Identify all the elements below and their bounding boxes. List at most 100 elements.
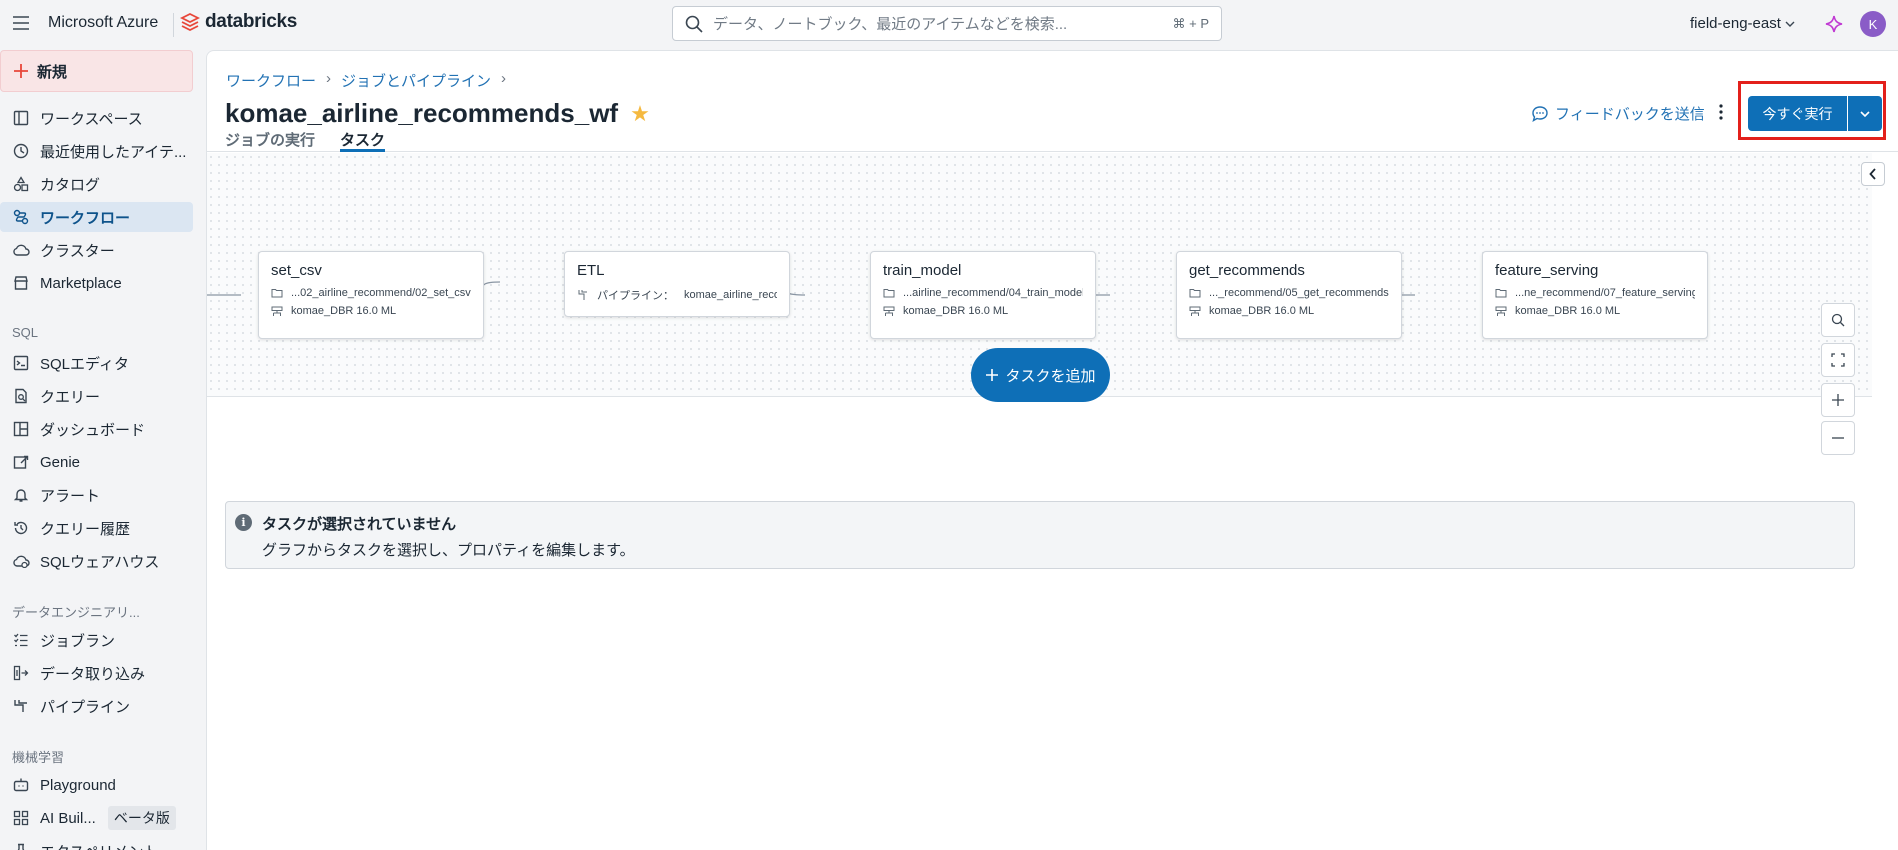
chevron-left-icon (1869, 168, 1877, 180)
task-name: feature_serving (1495, 262, 1599, 279)
sidebar-item-sql-warehouses[interactable]: SQLウェアハウス (0, 546, 193, 576)
task-name: ETL (577, 262, 605, 279)
main-panel: ワークフロー › ジョブとパイプライン › komae_airline_reco… (206, 50, 1898, 850)
breadcrumb: ワークフロー › ジョブとパイプライン › (226, 70, 506, 91)
feedback-link[interactable]: フィードバックを送信 (1531, 103, 1705, 124)
plus-icon (985, 368, 999, 382)
fit-view-button[interactable] (1821, 343, 1855, 377)
breadcrumb-workflows[interactable]: ワークフロー (226, 70, 316, 91)
more-options-icon[interactable] (1718, 103, 1724, 121)
sidebar-item-dashboards[interactable]: ダッシュボード (0, 414, 193, 444)
speech-bubble-icon (1531, 105, 1549, 123)
sidebar-item-pipelines[interactable]: パイプライン (0, 691, 193, 721)
sidebar-item-label: Marketplace (40, 274, 122, 292)
brand-divider (173, 13, 174, 37)
task-pipeline-label: パイプライン： (597, 290, 674, 302)
new-button[interactable]: 新規 (0, 50, 193, 92)
sidebar-item-queries[interactable]: クエリー (0, 381, 193, 411)
task-compute: komae_DBR 16.0 ML (903, 305, 1009, 317)
task-compute: komae_DBR 16.0 ML (1209, 305, 1315, 317)
sidebar-item-label: エクスペリメント (40, 841, 159, 850)
sidebar-item-recents[interactable]: 最近使用したアイテ... (0, 136, 193, 166)
new-button-label: 新規 (37, 63, 68, 81)
sidebar-item-label: クエリー履歴 (40, 520, 131, 538)
task-path: ...airline_recommend/04_train_model (903, 287, 1083, 299)
sidebar-item-catalog[interactable]: カタログ (0, 169, 193, 199)
fullscreen-icon (1831, 353, 1845, 367)
tab-tasks[interactable]: タスク (340, 129, 386, 152)
pipeline-icon (577, 289, 591, 301)
task-node-etl[interactable]: ETL パイプライン： komae_airline_reco... (564, 251, 790, 317)
sidebar-item-label: Genie (40, 453, 81, 471)
folder-icon (1495, 288, 1509, 298)
sidebar-item-label: アラート (40, 487, 101, 505)
task-node-set-csv[interactable]: set_csv ...02_airline_recommend/02_set_c… (258, 251, 484, 339)
workflow-icon (12, 208, 30, 226)
tab-bar: ジョブの実行 タスク (207, 124, 1898, 152)
query-icon (12, 387, 30, 405)
sidebar-item-workflows[interactable]: ワークフロー (0, 202, 193, 232)
task-node-feature-serving[interactable]: feature_serving ...ne_recommend/07_featu… (1482, 251, 1708, 339)
task-path: ..._recommend/05_get_recommends (1209, 287, 1389, 299)
top-bar: Microsoft Azure databricks データ、ノートブック、最近… (0, 0, 1898, 50)
task-node-train-model[interactable]: train_model ...airline_recommend/04_trai… (870, 251, 1096, 339)
sidebar-item-ai-builder[interactable]: AI Buil... ベータ版 (0, 803, 193, 833)
task-name: train_model (883, 262, 962, 279)
minus-icon (1831, 431, 1845, 445)
sidebar-item-alerts[interactable]: アラート (0, 480, 193, 510)
workspace-icon (12, 109, 30, 127)
collapse-panel-button[interactable] (1861, 162, 1885, 186)
sidebar-item-label: Playground (40, 776, 116, 794)
sidebar-item-workspace[interactable]: ワークスペース (0, 103, 193, 133)
zoom-in-button[interactable] (1821, 383, 1855, 417)
sidebar-item-label: ダッシュボード (40, 421, 146, 439)
folder-icon (1189, 288, 1203, 298)
genie-icon (12, 453, 30, 471)
workspace-name: field-eng-east (1690, 15, 1781, 32)
sidebar-item-label: SQLウェアハウス (40, 553, 160, 571)
favorite-star-icon[interactable]: ★ (630, 101, 650, 127)
cloud-icon (12, 241, 30, 259)
task-node-get-recommends[interactable]: get_recommends ..._recommend/05_get_reco… (1176, 251, 1402, 339)
store-icon (12, 274, 30, 292)
sidebar-item-marketplace[interactable]: Marketplace (0, 268, 193, 298)
sidebar-item-sql-editor[interactable]: SQLエディタ (0, 348, 193, 378)
assistant-sparkle-icon[interactable] (1824, 14, 1844, 34)
compute-icon (271, 306, 285, 317)
zoom-out-button[interactable] (1821, 421, 1855, 455)
add-task-button[interactable]: タスクを追加 (971, 348, 1110, 402)
task-path: ...ne_recommend/07_feature_serving (1515, 287, 1695, 299)
breadcrumb-separator-icon: › (326, 70, 332, 87)
workspace-selector[interactable]: field-eng-east (1690, 15, 1795, 32)
info-icon: i (235, 514, 252, 531)
clock-icon (12, 142, 30, 160)
sidebar-item-genie[interactable]: Genie (0, 447, 193, 477)
breadcrumb-jobs-pipelines[interactable]: ジョブとパイプライン (341, 70, 491, 91)
sidebar-item-query-history[interactable]: クエリー履歴 (0, 513, 193, 543)
compute-icon (883, 306, 897, 317)
ingest-icon (12, 664, 30, 682)
microsoft-azure-logo[interactable]: Microsoft Azure (48, 14, 158, 32)
search-placeholder: データ、ノートブック、最近のアイテムなどを検索... (713, 16, 1068, 33)
sidebar-item-label: データ取り込み (40, 665, 146, 683)
user-avatar[interactable]: K (1860, 11, 1886, 37)
databricks-logo[interactable]: databricks (180, 11, 297, 33)
sidebar-item-clusters[interactable]: クラスター (0, 235, 193, 265)
chevron-down-icon (1860, 110, 1870, 118)
sidebar-item-experiments[interactable]: エクスペリメント (0, 836, 193, 850)
sidebar-item-job-runs[interactable]: ジョブラン (0, 625, 193, 655)
job-runs-icon (12, 631, 30, 649)
folder-icon (883, 288, 897, 298)
sidebar-item-data-ingestion[interactable]: データ取り込み (0, 658, 193, 688)
tab-job-runs[interactable]: ジョブの実行 (225, 129, 315, 152)
breadcrumb-separator-icon: › (501, 70, 507, 87)
playground-icon (12, 776, 30, 794)
hamburger-menu-icon[interactable] (12, 15, 30, 31)
sidebar-item-playground[interactable]: Playground (0, 770, 193, 800)
plus-icon (1831, 393, 1845, 407)
graph-search-button[interactable] (1821, 303, 1855, 337)
add-task-label: タスクを追加 (1005, 367, 1096, 385)
search-input[interactable]: データ、ノートブック、最近のアイテムなどを検索... ⌘ + P (672, 6, 1222, 41)
task-path: komae_airline_reco... (684, 289, 777, 301)
sidebar-item-label: パイプライン (40, 698, 131, 716)
